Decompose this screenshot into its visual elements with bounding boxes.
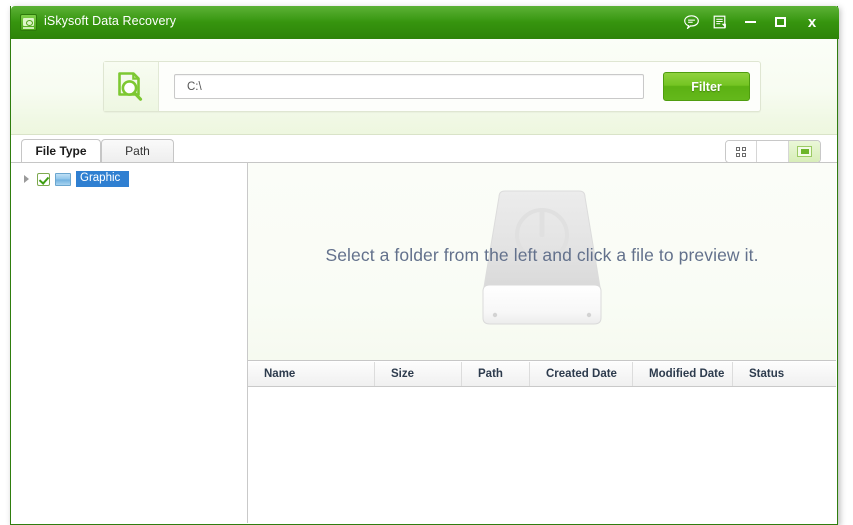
maximize-box [774,17,786,27]
preview-icon [796,146,812,157]
maximize-icon[interactable] [767,10,793,34]
window-title: iSkysoft Data Recovery [44,14,177,28]
column-header-created-date[interactable]: Created Date [530,362,633,386]
search-input[interactable] [174,74,644,99]
minimize-bar [744,21,756,23]
filter-button-label: Filter [691,79,722,94]
table-body [248,387,836,523]
view-toggle-group [725,140,821,163]
preview-area: Select a folder from the left and click … [248,163,836,361]
thumbnail-view-button[interactable] [726,141,758,162]
triangle-right-icon[interactable] [19,172,33,186]
column-header-path[interactable]: Path [462,362,530,386]
tab-path-label: Path [125,144,150,158]
results-table: Name Size Path Created Date Modified Dat… [248,362,836,524]
tab-file-type[interactable]: File Type [21,139,101,162]
main-panel: Select a folder from the left and click … [248,162,837,524]
tab-file-type-label: File Type [35,144,87,158]
filter-button[interactable]: Filter [663,72,750,101]
register-note-icon[interactable] [707,10,733,34]
list-view-button[interactable] [757,141,789,162]
column-header-status[interactable]: Status [733,362,836,386]
grid-icon [736,146,747,157]
image-file-icon [55,172,71,186]
column-header-name[interactable]: Name [248,362,375,386]
window-bottom-strip [11,523,837,524]
table-header-row: Name Size Path Created Date Modified Dat… [248,362,836,387]
search-header-band: Filter [11,39,837,135]
column-header-modified-date[interactable]: Modified Date [633,362,733,386]
search-panel: Filter [103,61,761,112]
preview-hint-text: Select a folder from the left and click … [325,245,759,265]
tree-item-label: Graphic [76,171,130,187]
tab-strip: File Type Path [11,135,837,163]
file-search-icon [104,62,159,111]
tab-path[interactable]: Path [101,139,174,162]
minimize-icon[interactable] [737,10,763,34]
app-icon-base [23,27,34,29]
file-type-tree-sidebar: Graphic [11,162,248,524]
close-label: x [807,13,817,31]
tree-item-graphic[interactable]: Graphic [19,171,130,187]
close-icon[interactable]: x [799,10,825,34]
title-bar: iSkysoft Data Recovery x [11,6,839,39]
app-icon-disc [23,18,34,26]
column-header-size[interactable]: Size [375,362,462,386]
preview-view-button[interactable] [788,141,820,162]
chat-bubble-icon[interactable] [678,10,704,34]
app-icon [20,14,37,31]
checkmark-icon[interactable] [37,172,50,186]
application-window: iSkysoft Data Recovery x C:\ Filter File… [10,6,839,525]
